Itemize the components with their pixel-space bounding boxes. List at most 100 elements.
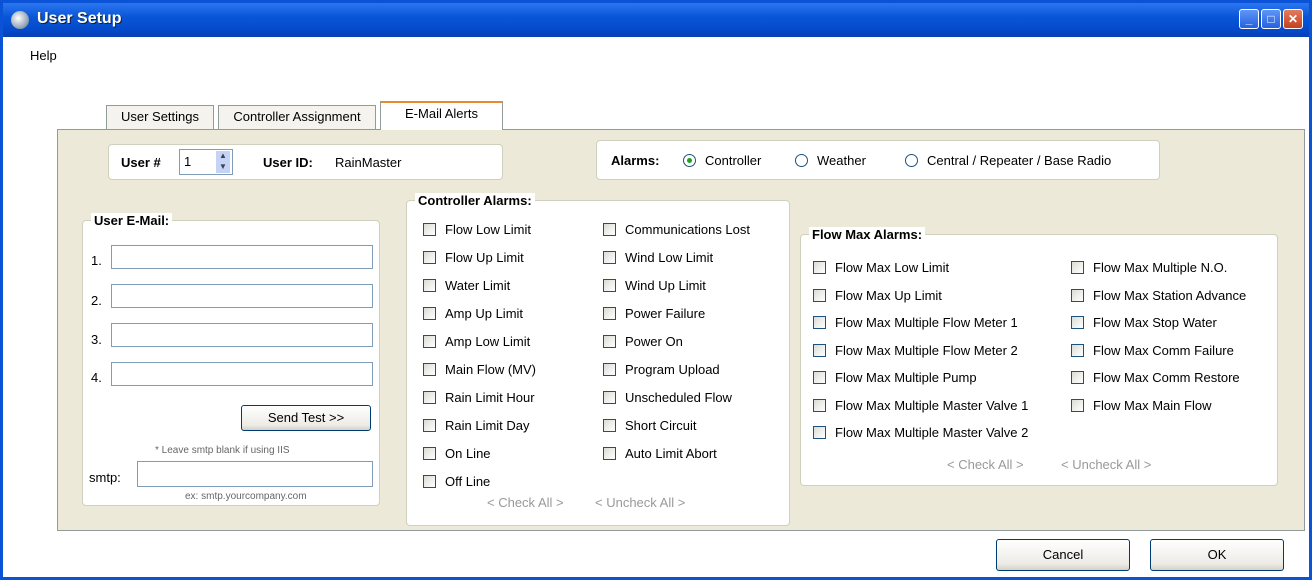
flow-max-alarm-item-label[interactable]: Flow Max Multiple Master Valve 2 xyxy=(835,425,1028,440)
smtp-field[interactable] xyxy=(137,461,373,487)
controller-alarm-item-checkbox[interactable] xyxy=(603,251,616,264)
flow-max-alarm-item-checkbox[interactable] xyxy=(813,288,826,302)
decrement-icon[interactable]: ▼ xyxy=(216,162,230,173)
maximize-button[interactable]: □ xyxy=(1261,9,1281,29)
flow-max-alarm-item-checkbox[interactable] xyxy=(1071,398,1084,412)
controller-alarm-item-checkbox[interactable] xyxy=(603,447,616,460)
email-field-4[interactable] xyxy=(111,362,373,386)
flow-uncheck-all-link[interactable]: < Uncheck All > xyxy=(1061,457,1151,472)
flow-max-alarm-item-checkbox[interactable] xyxy=(1071,371,1084,384)
controller-alarm-item-checkbox[interactable] xyxy=(603,419,616,432)
controller-alarm-item-checkbox[interactable] xyxy=(603,363,616,376)
flow-max-alarm-item-label[interactable]: Flow Max Multiple Master Valve 1 xyxy=(835,398,1028,413)
controller-uncheck-all-link[interactable]: < Uncheck All > xyxy=(595,495,685,510)
menu-bar: Help xyxy=(3,37,1309,63)
controller-alarm-item-checkbox[interactable] xyxy=(423,391,436,404)
flow-max-alarm-item-label[interactable]: Flow Max Main Flow xyxy=(1093,398,1211,413)
controller-alarm-item-label[interactable]: Program Upload xyxy=(625,362,720,377)
ok-button[interactable]: OK xyxy=(1150,539,1284,571)
controller-alarm-item-checkbox[interactable] xyxy=(423,475,436,488)
send-test-button[interactable]: Send Test >> xyxy=(241,405,371,431)
controller-alarm-item-label[interactable]: Wind Up Limit xyxy=(625,278,706,293)
cancel-button[interactable]: Cancel xyxy=(996,539,1130,571)
flow-max-alarm-item-label[interactable]: Flow Max Comm Restore xyxy=(1093,370,1240,385)
controller-alarm-item-checkbox[interactable] xyxy=(423,335,436,348)
controller-alarm-item-checkbox[interactable] xyxy=(423,223,436,236)
flow-max-alarm-item-checkbox[interactable] xyxy=(1071,288,1084,302)
flow-max-alarm-item-label[interactable]: Flow Max Up Limit xyxy=(835,288,942,303)
smtp-note: * Leave smtp blank if using IIS xyxy=(155,445,290,456)
controller-alarm-item-label[interactable]: Communications Lost xyxy=(625,222,750,237)
flow-max-alarm-item-label[interactable]: Flow Max Multiple Pump xyxy=(835,370,977,385)
controller-alarm-item-label[interactable]: Amp Up Limit xyxy=(445,306,523,321)
flow-max-alarm-item-checkbox[interactable] xyxy=(813,316,826,329)
controller-alarm-item-checkbox[interactable] xyxy=(603,391,616,404)
controller-alarm-item-label[interactable]: Short Circuit xyxy=(625,418,697,433)
controller-alarm-item-label[interactable]: Power On xyxy=(625,334,683,349)
radio-central-label[interactable]: Central / Repeater / Base Radio xyxy=(927,153,1111,168)
controller-alarm-item-label[interactable]: Flow Up Limit xyxy=(445,250,524,265)
controller-alarm-item-checkbox[interactable] xyxy=(423,419,436,432)
controller-check-all-link[interactable]: < Check All > xyxy=(487,495,564,510)
flow-max-alarm-item-label[interactable]: Flow Max Multiple Flow Meter 2 xyxy=(835,343,1018,358)
controller-alarm-item-label[interactable]: Flow Low Limit xyxy=(445,222,531,237)
controller-alarm-item-checkbox[interactable] xyxy=(423,279,436,292)
tab-controller-assignment[interactable]: Controller Assignment xyxy=(218,105,376,129)
radio-controller-label[interactable]: Controller xyxy=(705,153,761,168)
flow-max-alarms-title: Flow Max Alarms: xyxy=(809,227,926,242)
controller-alarm-item-checkbox[interactable] xyxy=(423,307,436,320)
flow-max-alarm-item-label[interactable]: Flow Max Station Advance xyxy=(1093,288,1246,303)
controller-alarm-item-label[interactable]: Main Flow (MV) xyxy=(445,362,536,377)
controller-alarm-item-checkbox[interactable] xyxy=(603,279,616,292)
controller-alarm-item-checkbox[interactable] xyxy=(423,447,436,460)
email-field-1[interactable] xyxy=(111,245,373,269)
controller-alarm-item-label[interactable]: Auto Limit Abort xyxy=(625,446,717,461)
flow-max-alarm-item-checkbox[interactable] xyxy=(813,398,826,412)
flow-max-alarm-item-checkbox[interactable] xyxy=(813,426,826,439)
email-field-2[interactable] xyxy=(111,284,373,308)
radio-weather[interactable] xyxy=(795,154,808,167)
flow-max-alarm-item-label[interactable]: Flow Max Stop Water xyxy=(1093,315,1217,330)
close-button[interactable]: ✕ xyxy=(1283,9,1303,29)
user-info-group: User # 1 ▲ ▼ User ID: RainMaster xyxy=(108,144,503,180)
flow-max-alarm-item-label[interactable]: Flow Max Multiple N.O. xyxy=(1093,260,1227,275)
controller-alarm-item-label[interactable]: Amp Low Limit xyxy=(445,334,530,349)
flow-check-all-link[interactable]: < Check All > xyxy=(947,457,1024,472)
controller-alarm-item-checkbox[interactable] xyxy=(603,307,616,320)
controller-alarm-item-checkbox[interactable] xyxy=(423,251,436,264)
email-row-label-4: 4. xyxy=(91,370,102,385)
controller-alarm-item-label[interactable]: Wind Low Limit xyxy=(625,250,713,265)
flow-max-alarm-item-label[interactable]: Flow Max Low Limit xyxy=(835,260,949,275)
controller-alarm-item-label[interactable]: Rain Limit Day xyxy=(445,418,530,433)
controller-alarm-item-label[interactable]: On Line xyxy=(445,446,491,461)
user-number-stepper[interactable]: 1 ▲ ▼ xyxy=(179,149,233,175)
controller-alarm-item-label[interactable]: Power Failure xyxy=(625,306,705,321)
tab-user-settings[interactable]: User Settings xyxy=(106,105,214,129)
menu-help[interactable]: Help xyxy=(30,48,57,63)
flow-max-alarm-item-checkbox[interactable] xyxy=(813,343,826,357)
tab-email-alerts[interactable]: E-Mail Alerts xyxy=(380,101,503,130)
minimize-button[interactable]: _ xyxy=(1239,9,1259,29)
controller-alarm-item-label[interactable]: Rain Limit Hour xyxy=(445,390,535,405)
controller-alarm-item-checkbox[interactable] xyxy=(603,223,616,236)
flow-max-alarm-item-checkbox[interactable] xyxy=(1071,261,1084,274)
flow-max-alarm-item-checkbox[interactable] xyxy=(813,371,826,384)
radio-central[interactable] xyxy=(905,154,918,167)
email-field-3[interactable] xyxy=(111,323,373,347)
controller-alarm-item-checkbox[interactable] xyxy=(423,363,436,376)
flow-max-alarm-item-checkbox[interactable] xyxy=(1071,343,1084,357)
controller-alarm-item-checkbox[interactable] xyxy=(603,335,616,348)
controller-alarm-item-label[interactable]: Unscheduled Flow xyxy=(625,390,732,405)
radio-controller[interactable] xyxy=(683,154,696,167)
title-bar[interactable]: User Setup _ □ ✕ xyxy=(3,3,1309,37)
controller-alarm-item-label[interactable]: Water Limit xyxy=(445,278,510,293)
flow-max-alarm-item-checkbox[interactable] xyxy=(1071,316,1084,329)
radio-weather-label[interactable]: Weather xyxy=(817,153,866,168)
flow-max-alarm-item-label[interactable]: Flow Max Multiple Flow Meter 1 xyxy=(835,315,1018,330)
close-icon: ✕ xyxy=(1287,12,1299,26)
flow-max-alarm-item-label[interactable]: Flow Max Comm Failure xyxy=(1093,343,1234,358)
controller-alarm-item-label[interactable]: Off Line xyxy=(445,474,490,489)
flow-max-alarm-item-checkbox[interactable] xyxy=(813,261,826,274)
increment-icon[interactable]: ▲ xyxy=(216,151,230,162)
controller-alarms-group: Controller Alarms: Flow Low Limit Flow Up… xyxy=(406,193,790,526)
